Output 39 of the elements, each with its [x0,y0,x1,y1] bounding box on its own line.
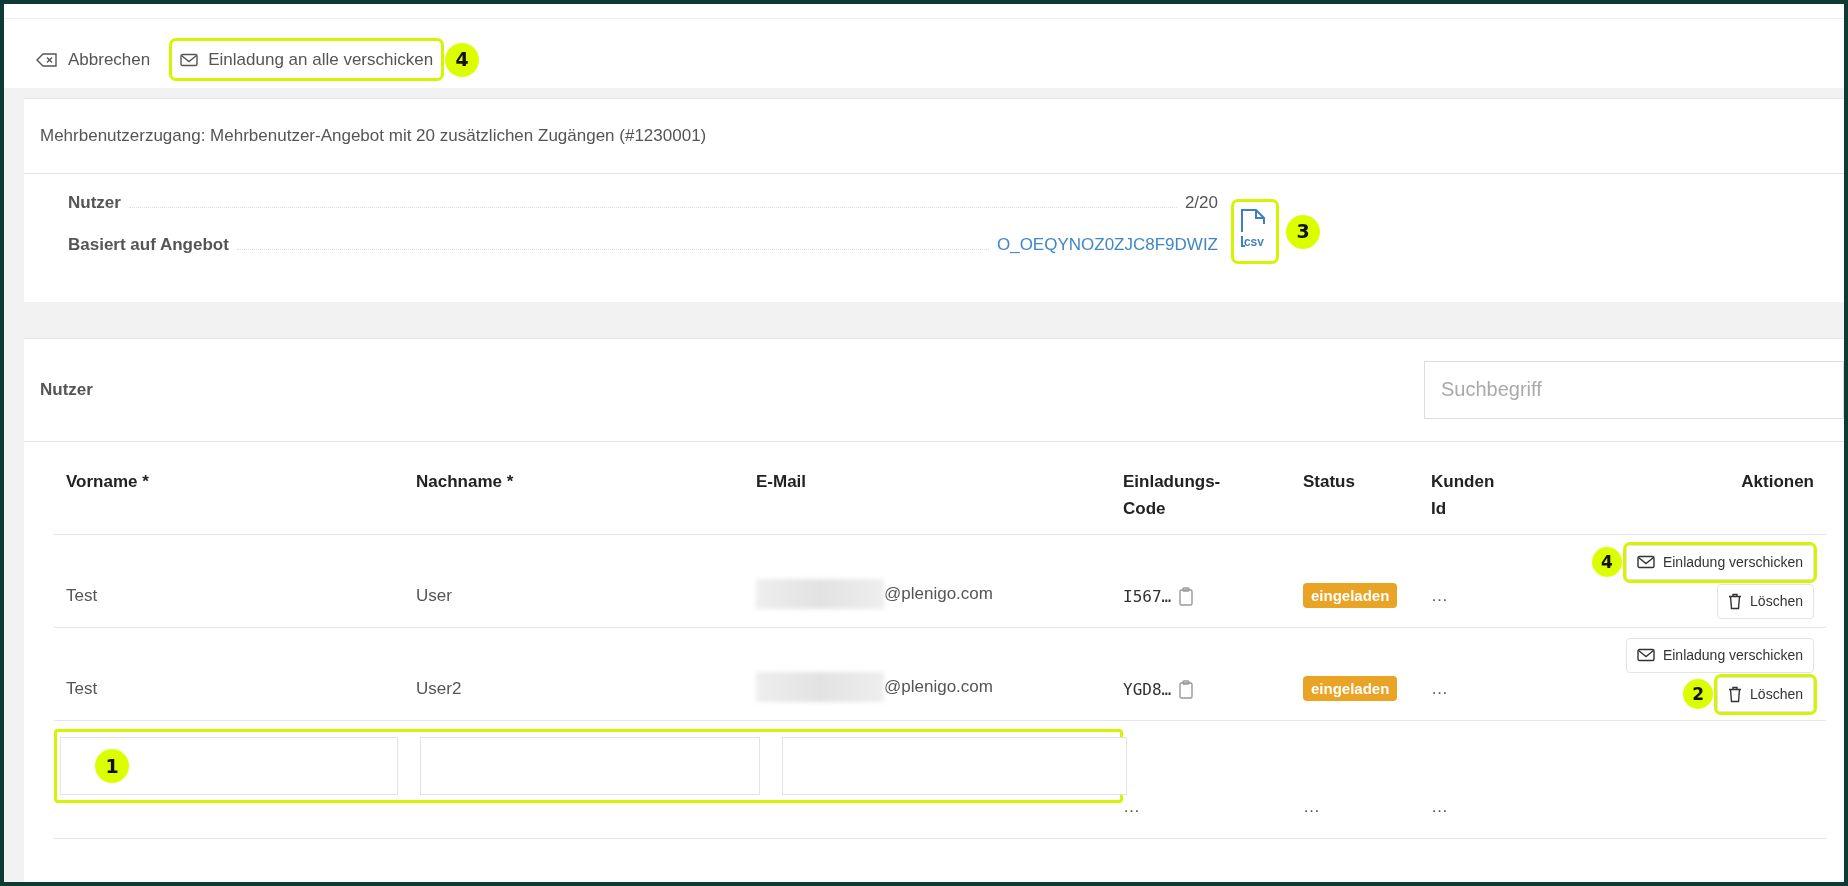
field-label: Nutzer [68,191,121,214]
offer-link[interactable]: O_OEQYNOZ0ZJC8F9DWIZ [996,231,1218,257]
send-invite-button[interactable]: Einladung an alle verschicken [172,40,442,79]
card-title: Mehrbenutzerzugang: Mehrbenutzer-Angebot mit 20 zusätzlichen Zugängen (#1230001) [24,99,1844,174]
column-header: Status [1303,471,1355,491]
callout-marker: 3 [1286,214,1320,249]
delete-button[interactable]: Löschen [1717,583,1814,619]
table-cell: User [416,586,452,606]
delete-button[interactable]: Löschen [1717,676,1814,712]
table-cell: … [1431,586,1448,606]
table-cell-text: @plenigo.com [884,676,993,699]
field-label: Basiert auf Angebot [68,233,229,256]
table-cell: … [1431,679,1448,699]
callout-marker: 4 [445,42,480,77]
send-invite-button[interactable]: Einladung verschicken [1625,544,1814,580]
cancel-button[interactable]: Abbrechen [28,40,159,79]
column-header: Aktionen [1741,471,1814,491]
column-header: Vorname * [66,471,149,491]
column-header: Einladungs-Code [1123,470,1222,520]
invitation-code: YGD8… [1123,678,1172,701]
section-title: Nutzer [40,378,93,401]
callout-marker: 4 [1591,547,1622,578]
table-cell: Test [66,586,98,606]
table-cell-text: @plenigo.com [884,583,993,606]
field-value: 2/20 [1184,191,1218,214]
invitation-code: I567… [1123,585,1172,608]
table-cell: … [1431,797,1448,817]
callout-marker: 2 [1683,679,1714,710]
column-header: E-Mail [756,471,807,491]
column-header: Kunden Id [1431,470,1496,520]
table-cell: Test [66,679,98,699]
search-field[interactable]: Suchbegriff [1424,360,1844,419]
status-badge: eingeladen [1303,583,1398,609]
column-header: Nachname * [416,471,514,491]
table-cell: … [1123,797,1140,817]
table-cell: User2 [416,679,462,699]
send-invite-button[interactable]: Einladung verschicken [1625,637,1814,673]
table-cell: … [1303,797,1320,817]
status-badge: eingeladen [1303,676,1398,702]
